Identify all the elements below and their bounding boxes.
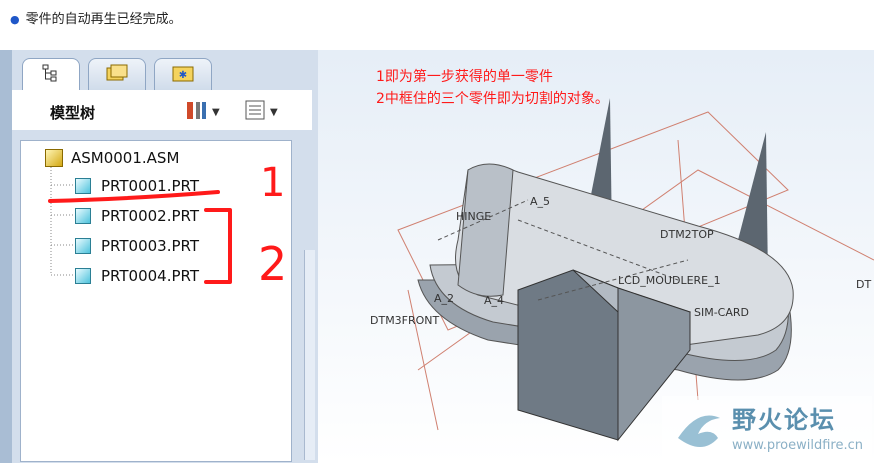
markup-number-1: 1 bbox=[260, 160, 285, 206]
datum-label-a2: A_2 bbox=[434, 292, 455, 305]
datum-label-a5: A_5 bbox=[530, 195, 551, 208]
watermark-url: www.proewildfire.cn bbox=[732, 438, 863, 453]
underline-mark bbox=[48, 190, 220, 203]
datum-label-dtm2top: DTM2TOP bbox=[660, 228, 714, 241]
datum-label-dtm3front: DTM3FRONT bbox=[370, 314, 440, 327]
datum-label-hinge: HINGE bbox=[456, 210, 492, 223]
watermark-logo-icon bbox=[678, 415, 720, 447]
datum-label-a4: A_4 bbox=[484, 294, 505, 307]
markup-number-2: 2 bbox=[258, 237, 287, 291]
datum-label-dt: DT bbox=[856, 278, 872, 291]
annotation-line-2: 2中框住的三个零件即为切割的对象。 bbox=[376, 91, 609, 107]
watermark-title: 野火论坛 bbox=[732, 406, 836, 434]
watermark: 野火论坛 www.proewildfire.cn bbox=[662, 396, 872, 460]
datum-label-simcard: SIM-CARD bbox=[694, 306, 750, 319]
bracket-mark bbox=[204, 208, 232, 284]
datum-label-lcd: LCD_MOUDLERE_1 bbox=[618, 274, 721, 287]
annotation-line-1: 1即为第一步获得的单一零件 bbox=[376, 69, 553, 85]
red-markup-overlay: 1 2 bbox=[48, 160, 287, 291]
